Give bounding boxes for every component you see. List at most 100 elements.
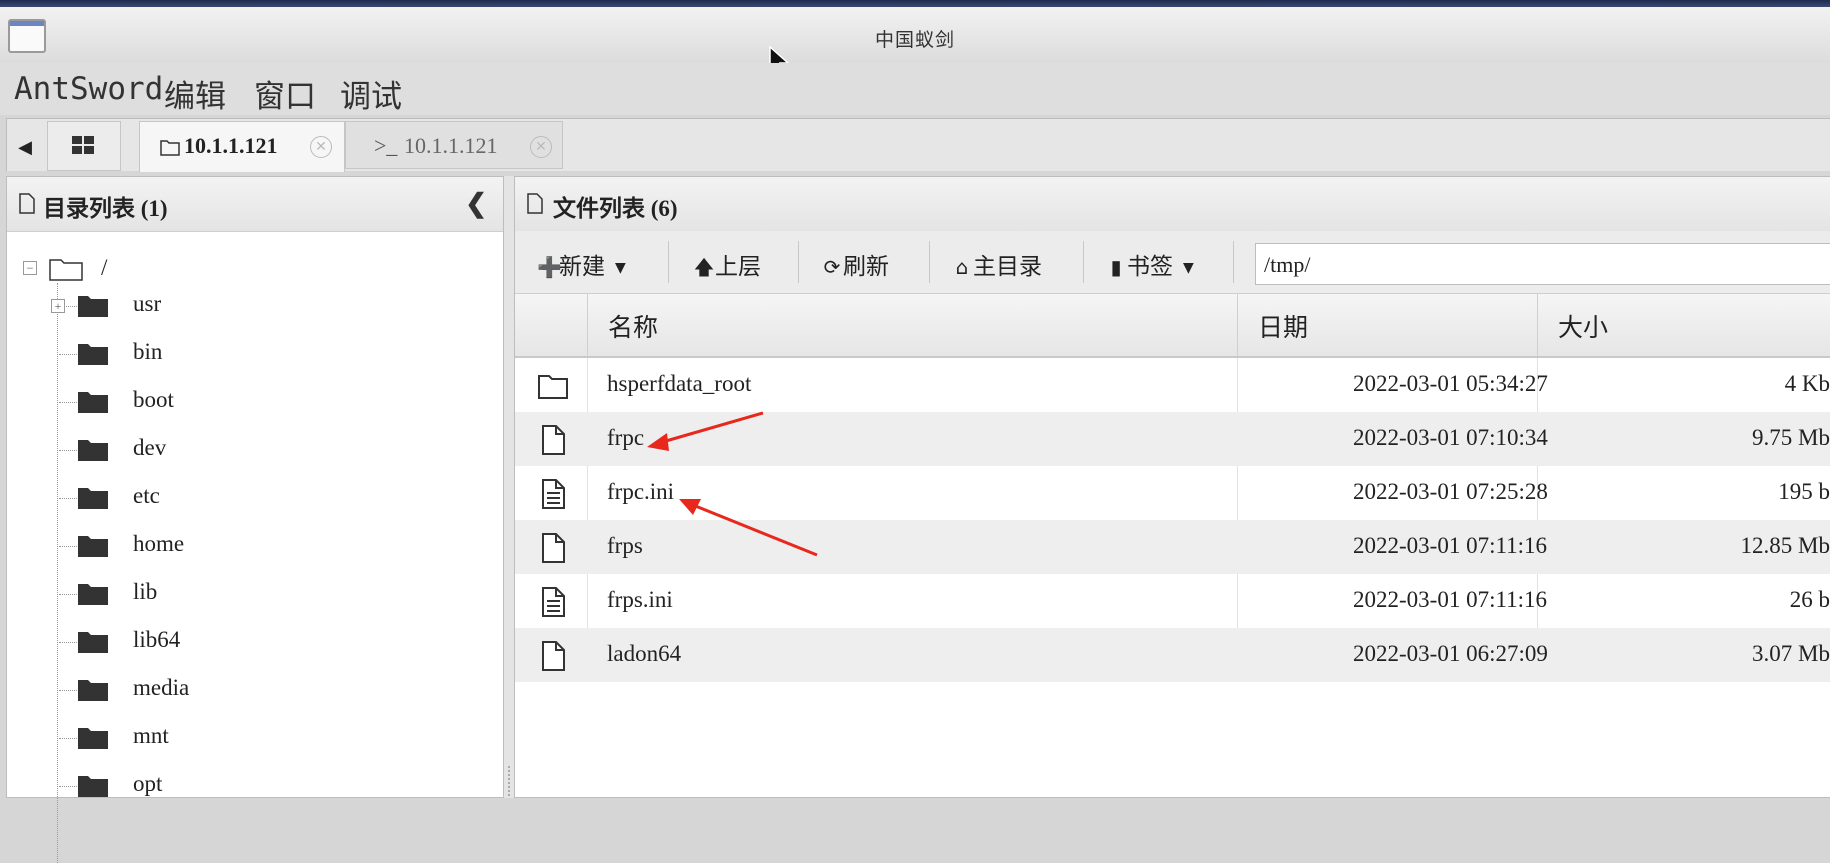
tree-node-label: dev (133, 435, 167, 460)
file-date: 2022-03-01 07:25:28 (1353, 479, 1548, 504)
directory-panel-header: 目录列表 (1) ❮ (7, 177, 503, 232)
tree-node[interactable]: + usr (51, 289, 439, 321)
tab-scroll-left-icon[interactable]: ◀ (11, 133, 39, 163)
tree-connector (59, 738, 77, 739)
up-button[interactable]: 🡅上层 (693, 247, 761, 280)
folder-open-icon (49, 259, 83, 281)
menu-edit[interactable]: 编辑 (158, 71, 232, 116)
tree-node[interactable]: media (59, 673, 439, 705)
file-size: 12.85 Mb (1740, 533, 1830, 558)
menu-window[interactable]: 窗口 (248, 71, 322, 116)
tree-node[interactable]: etc (59, 481, 439, 513)
tree-node-label: bin (133, 339, 163, 364)
file-name: frps.ini (607, 587, 673, 612)
new-button[interactable]: ➕新建 ▼ (537, 247, 626, 280)
file-name: hsperfdata_root (607, 371, 752, 396)
tree-node[interactable]: lib (59, 577, 439, 609)
text-file-icon (542, 587, 565, 617)
folder-icon (78, 536, 108, 557)
size-column-label: 大小 (1558, 313, 1609, 342)
file-date: 2022-03-01 06:27:09 (1353, 641, 1548, 666)
file-size: 26 b (1789, 587, 1830, 612)
tree-connector (59, 354, 77, 355)
toolbar-separator (1233, 241, 1234, 283)
tree-node[interactable]: opt (59, 769, 439, 801)
name-column-label: 名称 (608, 313, 659, 342)
page-icon (19, 193, 35, 214)
tab-file-manager[interactable]: 10.1.1.121 ✕ (139, 121, 345, 172)
tab-close-icon[interactable]: ✕ (530, 136, 552, 158)
file-row[interactable]: hsperfdata_root 2022-03-01 05:34:27 4 Kb (515, 358, 1830, 412)
tab-close-icon[interactable]: ✕ (310, 136, 332, 158)
toolbar-separator (1083, 241, 1084, 283)
tab-dashboard[interactable] (47, 121, 121, 171)
refresh-icon: ⟳ (823, 255, 841, 279)
folder-icon (160, 140, 180, 156)
tree-connector (59, 786, 77, 787)
file-size: 3.07 Mb (1752, 641, 1830, 666)
file-date: 2022-03-01 07:11:16 (1353, 533, 1547, 558)
size-column-header[interactable]: 大小 (1537, 294, 1830, 356)
tree-node-label: opt (133, 771, 163, 796)
collapse-chevron-icon[interactable]: ❮ (465, 189, 487, 219)
tree-node-label: lib64 (133, 627, 181, 652)
tree-connector (59, 690, 77, 691)
new-label: 新建 (559, 254, 605, 280)
terminal-icon: >_ (374, 133, 398, 158)
toolbar-separator (929, 241, 930, 283)
toolbar-separator (798, 241, 799, 283)
toolbar-separator (668, 241, 669, 283)
tree-node[interactable]: bin (59, 337, 439, 369)
tree-node-label: mnt (133, 723, 169, 748)
date-column-header[interactable]: 日期 (1237, 294, 1537, 356)
tree-node[interactable]: home (59, 529, 439, 561)
file-date: 2022-03-01 05:34:27 (1353, 371, 1548, 396)
expand-plus-icon[interactable]: + (51, 299, 65, 313)
file-panel: 文件列表 (6) ➕新建 ▼ 🡅上层 ⟳ 刷新 ⌂ 主目录 ▮ 书签 ▼ /tmp/ 名称… (514, 176, 1830, 798)
file-name: frpc (607, 425, 645, 450)
folder-icon (78, 392, 108, 413)
tree-node[interactable]: lib64 (59, 625, 439, 657)
folder-icon (78, 680, 108, 701)
file-row[interactable]: ladon64 2022-03-01 06:27:09 3.07 Mb (515, 628, 1830, 682)
tree-node-label: home (133, 531, 185, 556)
window-titlebar[interactable]: 中国蚁剑 (0, 7, 1830, 77)
tab-terminal[interactable]: >_ 10.1.1.121 ✕ (345, 121, 563, 169)
refresh-label: 刷新 (843, 254, 889, 280)
window-title: 中国蚁剑 (874, 29, 955, 51)
panel-splitter[interactable] (504, 176, 514, 798)
file-panel-header: 文件列表 (6) (515, 177, 1830, 232)
file-name: ladon64 (607, 641, 682, 666)
directory-panel: 目录列表 (1) ❮ − / + usr bin boot dev etc home lib l… (6, 176, 504, 863)
path-input[interactable]: /tmp/ (1255, 243, 1830, 285)
grid-icon (72, 136, 94, 154)
date-column-label: 日期 (1258, 313, 1309, 342)
tree-connector (59, 546, 77, 547)
name-column-header[interactable]: 名称 (587, 294, 1237, 356)
file-toolbar: ➕新建 ▼ 🡅上层 ⟳ 刷新 ⌂ 主目录 ▮ 书签 ▼ /tmp/ (515, 231, 1830, 294)
collapse-minus-icon[interactable]: − (23, 261, 37, 275)
folder-icon (78, 584, 108, 605)
home-label: 主目录 (973, 254, 1042, 280)
tree-connector (59, 498, 77, 499)
text-file-icon (542, 479, 565, 509)
bookmarks-button[interactable]: ▮ 书签 ▼ (1105, 247, 1194, 280)
tree-root-label: / (101, 255, 108, 280)
directory-tree: − / + usr bin boot dev etc home lib lib64 media mn… (7, 233, 503, 863)
tab-bar: ◀ 10.1.1.121 ✕ >_ 10.1.1.121 ✕ (6, 118, 1830, 172)
refresh-button[interactable]: ⟳ 刷新 (821, 247, 889, 280)
file-icon (542, 425, 565, 455)
menu-debug[interactable]: 调试 (334, 71, 408, 116)
file-size: 4 Kb (1784, 371, 1830, 396)
home-button[interactable]: ⌂ 主目录 (951, 247, 1042, 280)
file-name: frps (607, 533, 643, 558)
plus-circle-icon: ➕ (537, 255, 562, 279)
tree-node[interactable]: dev (59, 433, 439, 465)
tree-node[interactable]: mnt (59, 721, 439, 753)
tree-node[interactable]: boot (59, 385, 439, 417)
tree-node-label: boot (133, 387, 174, 412)
tree-connector (59, 642, 77, 643)
menu-antsword[interactable]: AntSword (8, 71, 169, 107)
file-icon (542, 641, 565, 671)
caret-down-icon: ▼ (1183, 259, 1194, 276)
